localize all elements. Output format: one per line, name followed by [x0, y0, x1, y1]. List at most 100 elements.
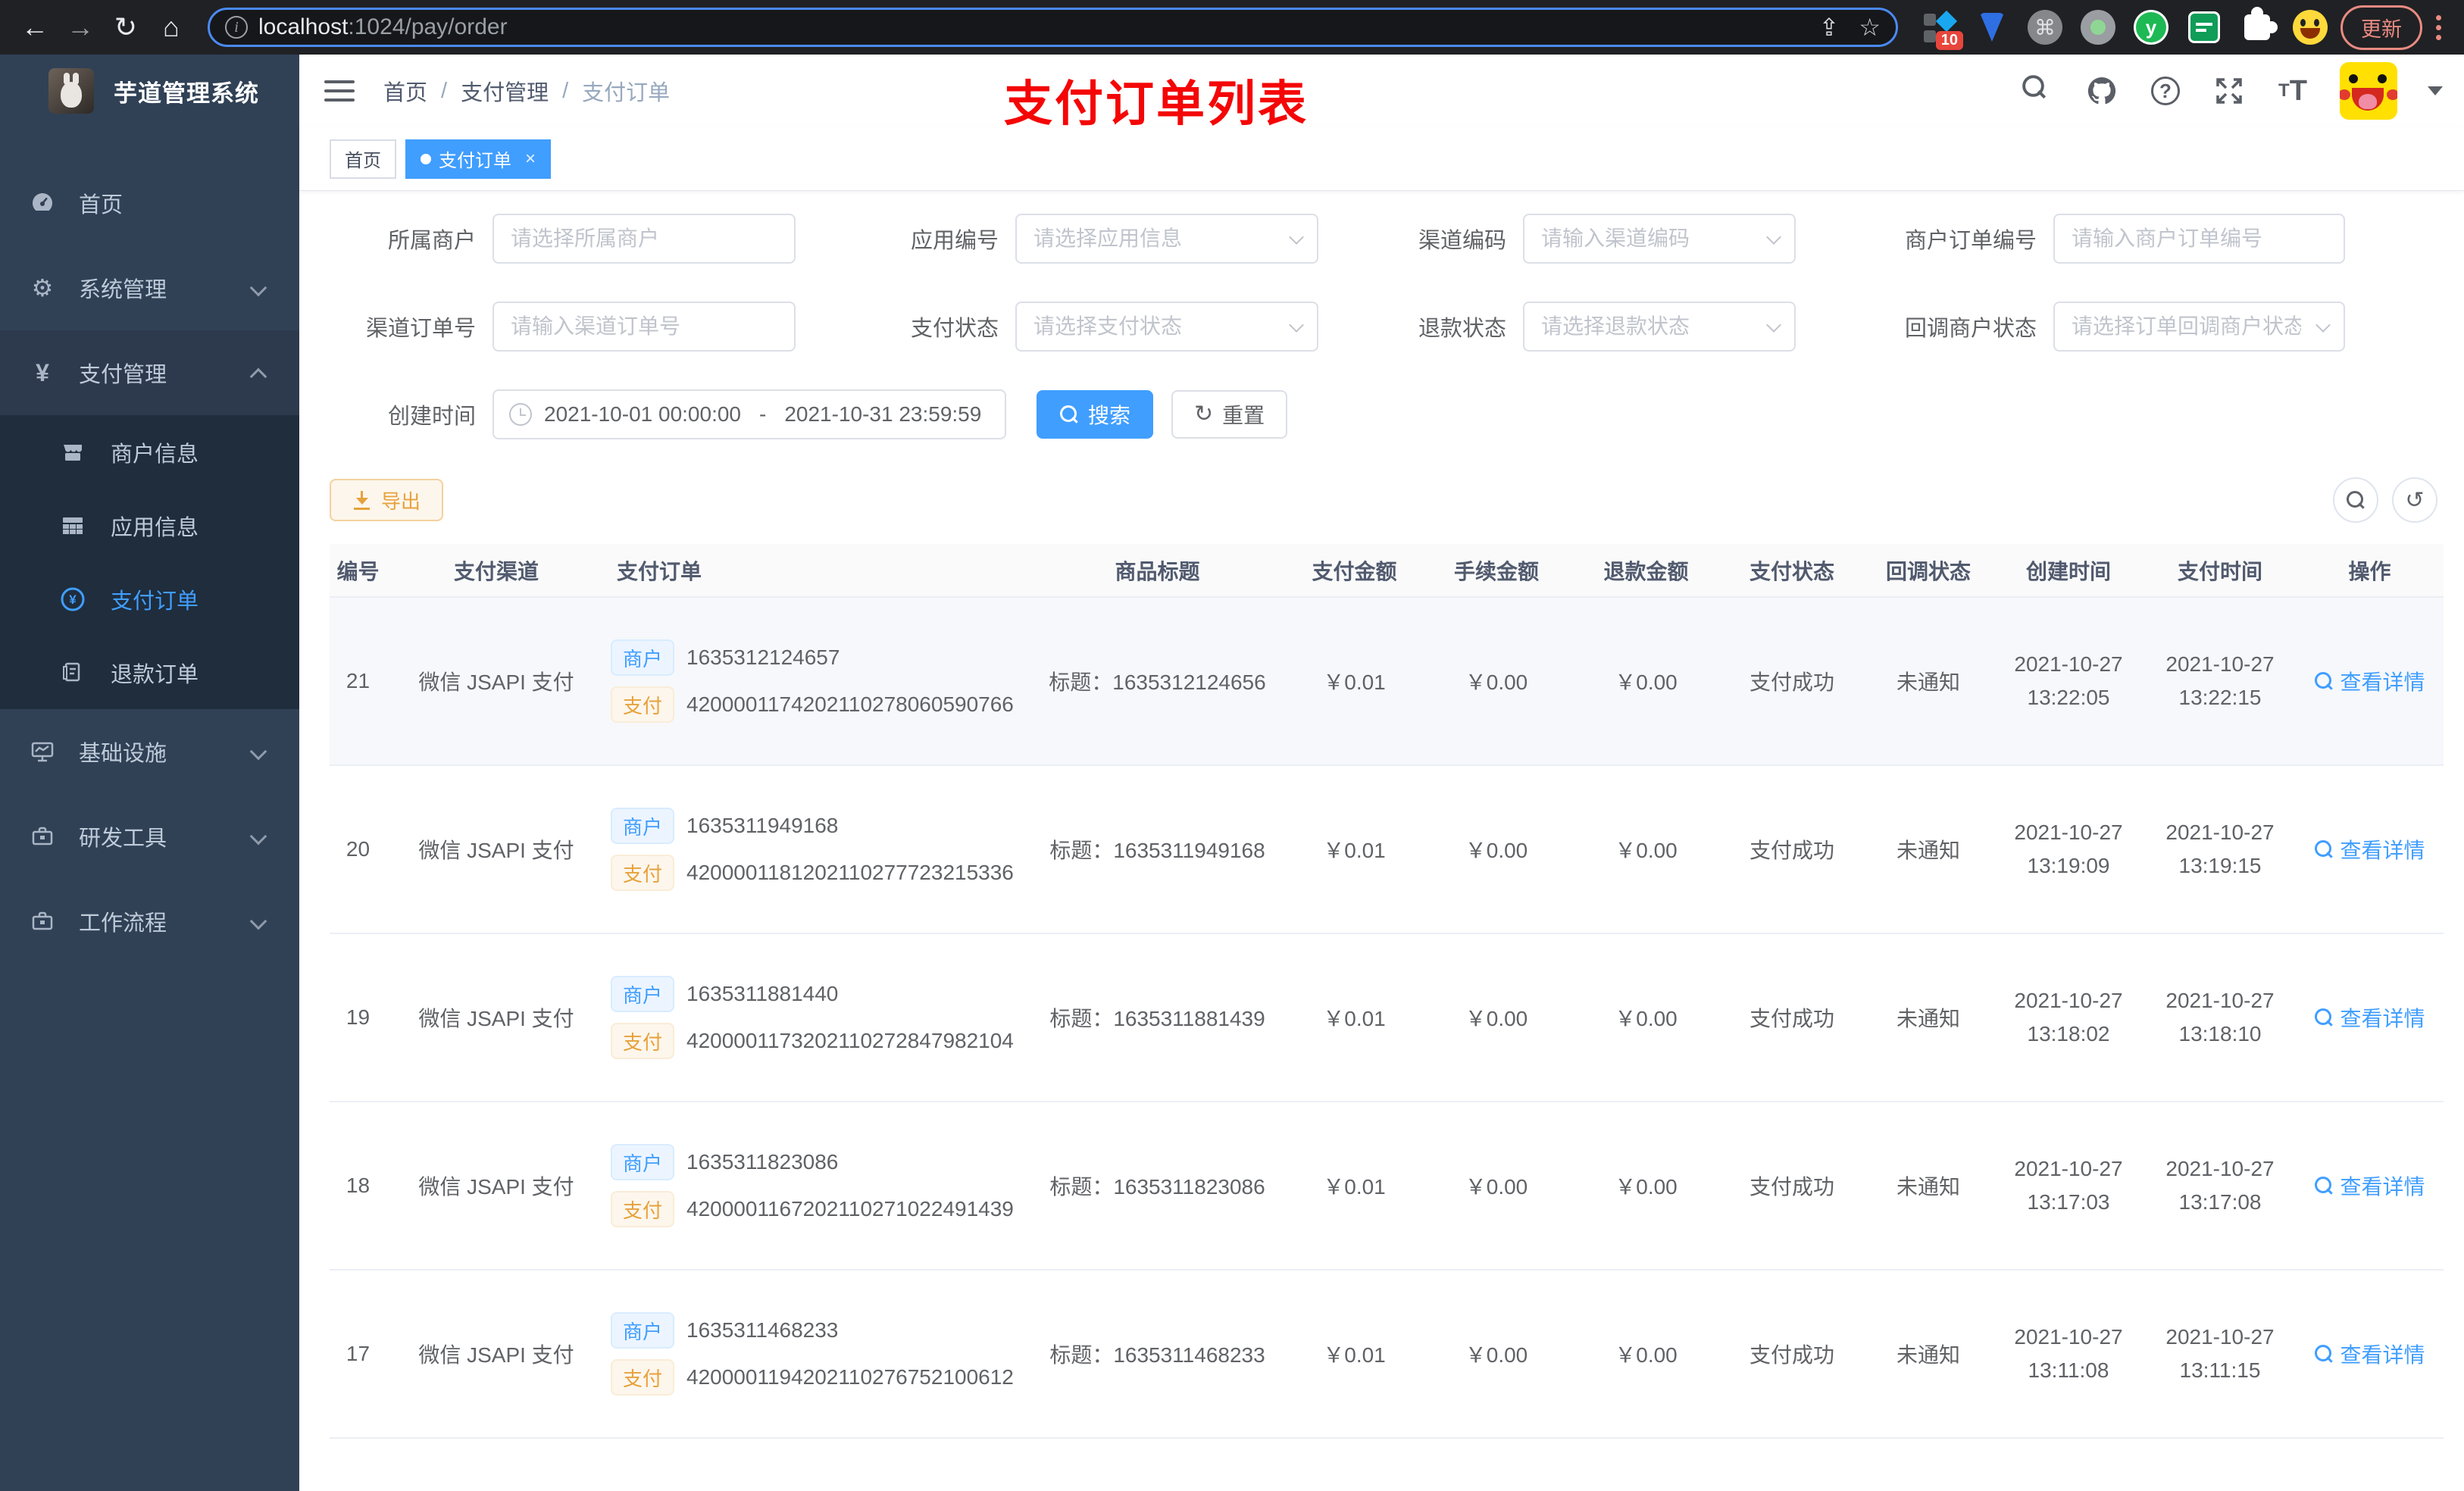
table-row-partial: 商户1635311254796 [330, 1438, 2444, 1491]
breadcrumb-home[interactable]: 首页 [383, 75, 427, 107]
widget-extension-icon[interactable]: 10 [1919, 8, 1963, 50]
github-icon[interactable] [2085, 74, 2118, 108]
magnifier-icon [2314, 1176, 2334, 1196]
sidebar-item-infra[interactable]: 基础设施 [0, 709, 299, 794]
dashboard-icon [27, 190, 58, 216]
url-bar[interactable]: i localhost:1024/pay/order ⇪ ☆ [208, 8, 1898, 47]
tag-home[interactable]: 首页 [330, 139, 396, 179]
sidebar-item-devtool[interactable]: 研发工具 [0, 794, 299, 879]
avatar-caret-icon[interactable] [2428, 86, 2443, 95]
sidebar-toggle-icon[interactable] [324, 80, 355, 102]
toolbox-icon [27, 909, 58, 933]
search-icon [2346, 490, 2366, 510]
sidebar-item-appinfo[interactable]: 应用信息 [0, 489, 299, 562]
page-content: 所属商户 应用编号 渠道编码 商户订单编号 渠道订单号 支付状态 [299, 191, 2464, 1491]
toggle-search-button[interactable] [2333, 477, 2378, 523]
merchant-select[interactable] [492, 214, 796, 264]
sidebar-item-home[interactable]: 首页 [0, 161, 299, 245]
merchant-tag: 商户 [611, 1144, 675, 1180]
refresh-icon: ↺ [2405, 487, 2425, 513]
font-size-icon[interactable]: TT [2276, 74, 2309, 108]
magnifier-icon [2314, 1008, 2334, 1027]
chevron-down-icon [249, 742, 267, 761]
search-icon [1059, 405, 1079, 424]
kite-extension-icon[interactable] [1972, 8, 2012, 47]
sidebar-item-workflow[interactable]: 工作流程 [0, 879, 299, 964]
share-icon[interactable]: ⇪ [1819, 13, 1840, 42]
magnifier-icon [2314, 839, 2334, 859]
y-extension-icon[interactable]: y [2131, 8, 2171, 47]
channel-order-no-input[interactable] [492, 302, 796, 352]
filter-label: 渠道编码 [1418, 229, 1506, 253]
table-row: 17 微信 JSAPI 支付 商户 1635311468233 支付 4200001… [330, 1270, 2444, 1439]
table-row: 20 微信 JSAPI 支付 商户 1635311949168 支付 4200001… [330, 765, 2444, 934]
magnifier-icon [2314, 671, 2334, 691]
merchant-tag: 商户 [611, 1312, 675, 1349]
filter-label: 所属商户 [387, 229, 476, 253]
browser-menu-icon[interactable] [2428, 14, 2449, 40]
breadcrumb: 首页 / 支付管理 / 支付订单 [383, 75, 670, 107]
active-dot-icon [421, 153, 431, 164]
yen-icon: ¥ [36, 358, 49, 386]
breadcrumb-pay[interactable]: 支付管理 [461, 75, 549, 107]
view-detail-link[interactable]: 查看详情 [2314, 1002, 2425, 1033]
top-navbar: 首页 / 支付管理 / 支付订单 支付订单列表 ? TT [299, 55, 2464, 131]
pay-tag: 支付 [611, 686, 675, 723]
channel-code-select[interactable] [1523, 214, 1796, 264]
app-select[interactable] [1015, 214, 1318, 264]
callback-status-select[interactable] [2053, 302, 2345, 352]
user-avatar[interactable] [2340, 62, 2397, 120]
record-extension-icon[interactable] [2078, 8, 2118, 47]
gear-icon: ⚙ [31, 274, 54, 302]
view-detail-link[interactable]: 查看详情 [2314, 666, 2425, 696]
filter-label: 支付状态 [910, 317, 999, 341]
sidebar-item-system[interactable]: ⚙ 系统管理 [0, 245, 299, 330]
view-detail-link[interactable]: 查看详情 [2314, 1171, 2425, 1201]
tag-payorder[interactable]: 支付订单 × [405, 139, 552, 179]
command-extension-icon[interactable]: ⌘ [2025, 8, 2065, 47]
sidebar-item-refund[interactable]: 退款订单 [0, 636, 299, 709]
refresh-icon: ↻ [1194, 402, 1214, 427]
home-icon[interactable]: ⌂ [152, 8, 191, 47]
emoji-extension-icon[interactable] [2290, 8, 2330, 47]
sidebar-item-pay[interactable]: ¥ 支付管理 [0, 330, 299, 415]
export-button[interactable]: 导出 [330, 479, 444, 521]
reload-icon[interactable]: ↻ [106, 8, 145, 47]
filter-label: 应用编号 [910, 229, 999, 253]
forward-icon[interactable]: → [61, 8, 100, 47]
magnifier-icon [2314, 1344, 2334, 1364]
sidebar-logo[interactable]: 芋道管理系统 [0, 55, 299, 127]
search-button[interactable]: 搜索 [1037, 390, 1154, 439]
filter-label: 商户订单编号 [1904, 229, 2037, 253]
grid-icon [59, 514, 86, 537]
sidebar-item-merchant[interactable]: 商户信息 [0, 415, 299, 489]
browser-update-button[interactable]: 更新 [2340, 5, 2422, 50]
pay-tag: 支付 [611, 1023, 675, 1059]
created-time-range-picker[interactable]: 2021-10-01 00:00:00 - 2021-10-31 23:59:5… [492, 389, 1006, 439]
close-icon[interactable]: × [525, 148, 536, 170]
reset-button[interactable]: ↻ 重置 [1171, 390, 1288, 439]
refund-status-select[interactable] [1523, 302, 1796, 352]
table-row: 18 微信 JSAPI 支付 商户 1635311823086 支付 4200001… [330, 1102, 2444, 1271]
sidebar-item-payorder[interactable]: ¥ 支付订单 [0, 562, 299, 636]
yen-circle-icon: ¥ [59, 586, 86, 612]
back-icon[interactable]: ← [15, 8, 55, 47]
search-icon[interactable] [2022, 74, 2055, 108]
chevron-down-icon [249, 827, 267, 846]
shop-icon [59, 441, 86, 464]
pay-status-select[interactable] [1015, 302, 1318, 352]
document-icon [59, 661, 86, 684]
sidebar: 芋道管理系统 首页 ⚙ 系统管理 ¥ 支付管理 商户信息 应用信息 ¥ 支付订单… [0, 55, 299, 1491]
puzzle-extension-icon[interactable] [2237, 7, 2278, 47]
chat-extension-icon[interactable] [2184, 8, 2224, 47]
help-icon[interactable]: ? [2149, 74, 2182, 108]
view-detail-link[interactable]: 查看详情 [2314, 834, 2425, 864]
refresh-table-button[interactable]: ↺ [2392, 477, 2437, 523]
merchant-order-no-input[interactable] [2053, 214, 2345, 264]
fullscreen-icon[interactable] [2212, 74, 2246, 108]
site-info-icon[interactable]: i [225, 16, 248, 39]
view-detail-link[interactable]: 查看详情 [2314, 1339, 2425, 1369]
table-row: 19 微信 JSAPI 支付 商户 1635311881440 支付 4200001… [330, 933, 2444, 1102]
bookmark-star-icon[interactable]: ☆ [1859, 13, 1881, 42]
breadcrumb-current: 支付订单 [582, 81, 671, 105]
